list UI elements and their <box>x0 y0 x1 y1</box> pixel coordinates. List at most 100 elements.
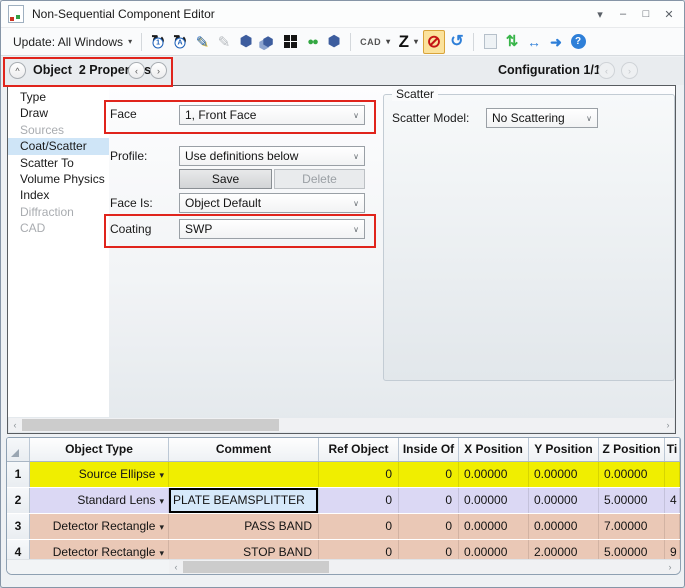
cad-menu-button[interactable]: CAD ▾ <box>356 35 395 49</box>
column-header-object-type[interactable]: Object Type <box>30 438 169 461</box>
go-to-icon[interactable]: ➜ <box>546 31 566 53</box>
sidebar-item-scatter-to[interactable]: Scatter To <box>8 155 109 171</box>
cell-tilt[interactable]: 4 <box>665 488 680 513</box>
delete-button[interactable]: Delete <box>274 169 365 189</box>
object-type-dropdown-icon[interactable]: ▾ <box>159 470 164 480</box>
scrollbar-thumb[interactable] <box>183 561 329 573</box>
minimize-button[interactable]: – <box>616 8 630 20</box>
cell-ref-object[interactable]: 0 <box>319 488 399 513</box>
cell-z-position[interactable]: 0.00000 <box>599 462 665 487</box>
table-row: 2 Standard Lens ▾ PLATE BEAMSPLITTER 0 0 0.000… <box>7 488 680 514</box>
scroll-right-icon[interactable]: › <box>662 418 674 432</box>
cell-x-position[interactable]: 0.00000 <box>459 514 529 539</box>
scrollbar-thumb[interactable] <box>22 419 279 431</box>
previous-object-button[interactable]: ‹ <box>128 62 145 79</box>
object-array-icon[interactable] <box>280 31 300 53</box>
face-is-dropdown[interactable]: Object Default ∨ <box>179 193 365 213</box>
help-icon: ? <box>570 34 586 49</box>
sidebar-item-diffraction[interactable]: Diffraction <box>8 204 109 220</box>
cell-num[interactable]: 2 <box>7 488 30 513</box>
previous-configuration-button[interactable]: ‹ <box>598 62 615 79</box>
cell-comment[interactable] <box>169 462 319 487</box>
cell-y-position[interactable]: 0.00000 <box>529 462 599 487</box>
column-header-tilt[interactable]: Ti <box>665 438 680 461</box>
scroll-right-icon[interactable]: › <box>664 560 676 574</box>
sidebar-item-sources[interactable]: Sources <box>8 122 109 138</box>
next-configuration-button[interactable]: › <box>621 62 638 79</box>
swap-rows-icon[interactable]: ⇅ <box>502 31 522 53</box>
selected-cell-comment[interactable]: PLATE BEAMSPLITTER <box>169 488 319 513</box>
sidebar-item-volume-physics[interactable]: Volume Physics <box>8 171 109 187</box>
cell-x-position[interactable]: 0.00000 <box>459 488 529 513</box>
object-type-dropdown-icon[interactable]: ▾ <box>159 522 164 532</box>
highlight-pencil-icon[interactable]: ✎ <box>214 31 234 53</box>
rotate-object-icon[interactable]: ↺ <box>447 31 467 53</box>
chevron-down-icon: ∨ <box>586 113 592 123</box>
cell-z-position[interactable]: 5.00000 <box>599 488 665 513</box>
cell-inside-of[interactable]: 0 <box>399 488 459 513</box>
column-header-comment[interactable]: Comment <box>169 438 319 461</box>
edit-pencil-icon[interactable]: ✎ <box>192 31 212 53</box>
scatter-model-dropdown[interactable]: No Scattering ∨ <box>486 108 598 128</box>
column-header-z-position[interactable]: Z Position <box>599 438 665 461</box>
scroll-left-icon[interactable]: ‹ <box>9 418 21 432</box>
non-sequential-component-editor-window: Non-Sequential Component Editor ▾ – □ ✕ … <box>0 0 685 588</box>
fit-columns-icon[interactable]: ↔ <box>524 31 544 53</box>
column-header-inside-of[interactable]: Inside Of <box>399 438 459 461</box>
sidebar-item-draw[interactable]: Draw <box>8 105 109 121</box>
cell-comment[interactable]: PASS BAND <box>169 514 319 539</box>
face-label: Face <box>110 107 137 121</box>
save-button[interactable]: Save <box>179 169 272 189</box>
cell-ref-object[interactable]: 0 <box>319 462 399 487</box>
cell-tilt[interactable] <box>665 514 680 539</box>
help-icon[interactable]: ? <box>568 31 588 53</box>
collapse-properties-button[interactable]: ^ <box>9 62 26 79</box>
cell-object-type[interactable]: Detector Rectangle ▾ <box>30 514 169 539</box>
next-object-button[interactable]: › <box>150 62 167 79</box>
profile-dropdown[interactable]: Use definitions below ∨ <box>179 146 365 166</box>
object-array-icon <box>283 35 297 48</box>
update-icon: ↻1 <box>151 33 165 50</box>
update-all-windows-button[interactable]: Update: All Windows ▾ <box>9 33 136 51</box>
sources-icon[interactable]: ●● <box>302 31 322 53</box>
panel-horizontal-scrollbar[interactable]: ‹ › <box>9 418 674 432</box>
face-dropdown[interactable]: 1, Front Face ∨ <box>179 105 365 125</box>
sidebar-item-index[interactable]: Index <box>8 187 109 203</box>
object-type-dropdown-icon[interactable]: ▾ <box>159 548 164 558</box>
z-menu-button[interactable]: Z ▾ <box>395 30 422 54</box>
copy-object-icon[interactable]: ⬢ <box>258 31 278 53</box>
cell-inside-of[interactable]: 0 <box>399 514 459 539</box>
maximize-button[interactable]: □ <box>639 8 653 20</box>
object-type-dropdown-icon[interactable]: ▾ <box>159 496 164 506</box>
close-button[interactable]: ✕ <box>662 8 676 21</box>
cell-y-position[interactable]: 0.00000 <box>529 488 599 513</box>
cell-inside-of[interactable]: 0 <box>399 462 459 487</box>
sidebar-item-type[interactable]: Type <box>8 89 109 105</box>
sidebar-item-cad[interactable]: CAD <box>8 220 109 236</box>
sidebar-item-coat-scatter[interactable]: Coat/Scatter <box>8 138 109 155</box>
cell-num[interactable]: 1 <box>7 462 30 487</box>
select-all-corner[interactable] <box>7 438 30 461</box>
cell-num[interactable]: 3 <box>7 514 30 539</box>
cell-y-position[interactable]: 0.00000 <box>529 514 599 539</box>
polygon-object-icon[interactable]: ⬢ <box>324 31 344 53</box>
update-all-icon[interactable]: ↻A <box>170 31 190 53</box>
cell-x-position[interactable]: 0.00000 <box>459 462 529 487</box>
window-menu-icon[interactable]: ▾ <box>593 8 607 21</box>
solid-object-icon[interactable]: ⬢ <box>236 31 256 53</box>
sheet-icon[interactable] <box>480 31 500 53</box>
update-icon[interactable]: ↻1 <box>148 31 168 53</box>
chevron-down-icon: ∨ <box>353 224 359 234</box>
scroll-left-icon[interactable]: ‹ <box>170 560 182 574</box>
coating-dropdown[interactable]: SWP ∨ <box>179 219 365 239</box>
cell-ref-object[interactable]: 0 <box>319 514 399 539</box>
cell-object-type[interactable]: Source Ellipse ▾ <box>30 462 169 487</box>
column-header-y-position[interactable]: Y Position <box>529 438 599 461</box>
cell-tilt[interactable] <box>665 462 680 487</box>
table-horizontal-scrollbar[interactable]: ‹ › <box>7 559 680 574</box>
cell-object-type[interactable]: Standard Lens ▾ <box>30 488 169 513</box>
column-header-ref-object[interactable]: Ref Object <box>319 438 399 461</box>
ignore-object-icon[interactable]: ⊘ <box>423 29 445 54</box>
column-header-x-position[interactable]: X Position <box>459 438 529 461</box>
cell-z-position[interactable]: 7.00000 <box>599 514 665 539</box>
